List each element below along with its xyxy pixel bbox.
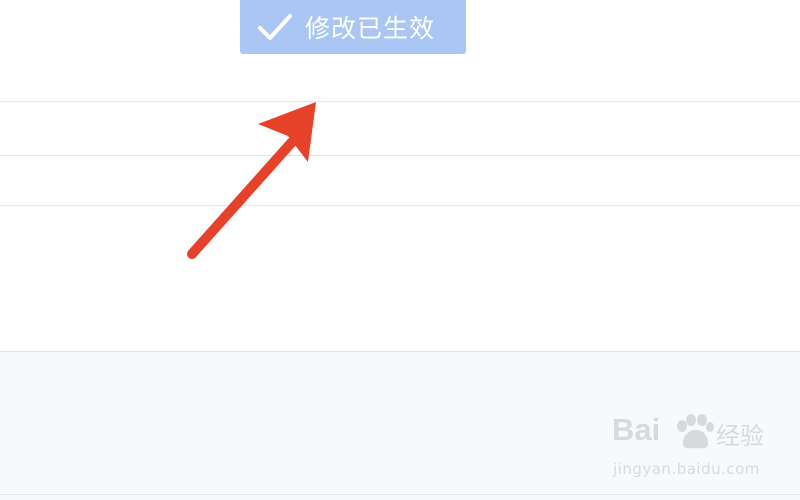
- toast-message: 修改已生效: [305, 14, 436, 43]
- checkmark-icon: [258, 14, 292, 40]
- list-divider: [0, 205, 800, 206]
- baidu-paw-icon: [677, 414, 714, 449]
- baidu-jingyan-watermark: Bai 经验 jingyan.baidu.com: [612, 412, 764, 482]
- list-divider: [0, 101, 800, 102]
- watermark-brand-suffix: 经验: [716, 422, 764, 450]
- watermark-url: jingyan.baidu.com: [613, 460, 760, 478]
- watermark-brand: Bai: [612, 412, 661, 447]
- footer-divider: [0, 494, 800, 495]
- success-toast: 修改已生效: [240, 0, 466, 54]
- list-divider: [0, 155, 800, 156]
